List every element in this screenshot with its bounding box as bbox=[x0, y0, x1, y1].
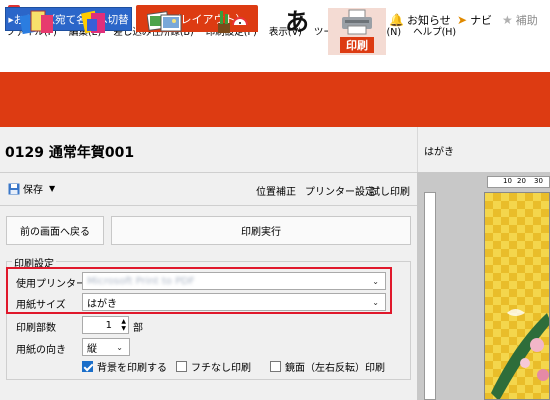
tool-layout-label: レイアウト bbox=[9, 39, 65, 52]
checkbox-icon bbox=[270, 361, 281, 372]
tool-text-label: 文字 bbox=[286, 39, 308, 52]
ruler-tick: 10 bbox=[503, 177, 512, 185]
stepper-arrows-icon[interactable]: ▲ ▼ bbox=[121, 318, 126, 332]
tool-background[interactable]: 背景 bbox=[66, 8, 124, 55]
tool-photo-label: 写真 bbox=[154, 39, 176, 52]
toolbar bbox=[0, 72, 550, 127]
text-icon: あ bbox=[285, 7, 309, 36]
chevron-down-icon: ⌄ bbox=[116, 343, 123, 352]
assist-button[interactable]: ★ 補助 bbox=[502, 12, 538, 28]
document-title: 0129 通常年賀001 bbox=[5, 145, 135, 161]
orientation-select[interactable]: 縦 ⌄ bbox=[82, 338, 130, 356]
back-button[interactable]: 前の画面へ戻る bbox=[6, 216, 104, 245]
horizontal-ruler: 10 20 30 bbox=[487, 176, 550, 188]
ruler-tick: 30 bbox=[534, 177, 543, 185]
tool-print-label: 印刷 bbox=[340, 37, 374, 53]
save-button[interactable]: 保存 ▼ bbox=[8, 181, 55, 196]
copies-value: 1 bbox=[105, 319, 112, 331]
illustration-icon bbox=[214, 9, 250, 35]
orientation-value: 縦 bbox=[87, 343, 97, 355]
printer-icon bbox=[339, 9, 375, 35]
borderless-checkbox[interactable]: フチなし印刷 bbox=[176, 359, 251, 374]
preview-label: はがき bbox=[424, 147, 454, 158]
navi-label: ナビ bbox=[470, 14, 493, 27]
print-execute-button[interactable]: 印刷実行 bbox=[111, 216, 411, 245]
save-icon bbox=[8, 183, 20, 194]
print-background-label: 背景を印刷する bbox=[97, 363, 167, 374]
save-dropdown-icon[interactable]: ▼ bbox=[49, 184, 55, 193]
notice-label: お知らせ bbox=[406, 14, 451, 27]
photo-icon bbox=[146, 9, 183, 35]
test-print-button[interactable]: 試し印刷 bbox=[370, 183, 410, 198]
background-icon bbox=[77, 9, 113, 35]
card-preview bbox=[484, 192, 550, 400]
tool-text[interactable]: あ 文字 bbox=[268, 8, 326, 55]
tool-photo[interactable]: 写真 bbox=[136, 8, 194, 55]
checkbox-checked-icon bbox=[82, 361, 93, 372]
copies-label: 印刷部数 bbox=[16, 323, 56, 334]
tool-illustration-label: イラスト bbox=[210, 39, 254, 52]
highlight-box bbox=[6, 267, 392, 314]
orientation-label: 用紙の向き bbox=[16, 345, 66, 356]
borderless-label: フチなし印刷 bbox=[191, 363, 251, 374]
copies-stepper[interactable]: 1 ▲ ▼ bbox=[82, 316, 129, 334]
position-adjust-button[interactable]: 位置補正 bbox=[256, 183, 296, 198]
notice-button[interactable]: 🔔 お知らせ bbox=[389, 12, 451, 28]
copies-unit: 部 bbox=[133, 323, 143, 334]
tool-illustration[interactable]: イラスト bbox=[203, 8, 261, 55]
divider bbox=[0, 172, 417, 173]
print-background-checkbox[interactable]: 背景を印刷する bbox=[82, 359, 167, 374]
bell-icon: 🔔 bbox=[389, 13, 404, 27]
vertical-ruler bbox=[424, 192, 436, 400]
tool-print[interactable]: 印刷 bbox=[328, 8, 386, 55]
navi-button[interactable]: ➤ ナビ bbox=[457, 12, 492, 28]
save-label: 保存 bbox=[23, 185, 43, 196]
assist-label: 補助 bbox=[515, 14, 538, 27]
pointer-icon: ➤ bbox=[457, 13, 468, 27]
mirror-checkbox[interactable]: 鏡面（左右反転）印刷 bbox=[270, 359, 385, 374]
printer-settings-button[interactable]: プリンター設定 bbox=[305, 183, 375, 198]
ruler-tick: 20 bbox=[517, 177, 526, 185]
mirror-label: 鏡面（左右反転）印刷 bbox=[285, 363, 385, 374]
checkbox-icon bbox=[176, 361, 187, 372]
divider bbox=[0, 205, 417, 206]
star-icon: ★ bbox=[502, 13, 513, 27]
layout-icon bbox=[19, 9, 55, 35]
tool-layout[interactable]: レイアウト bbox=[8, 8, 66, 55]
tool-background-label: 背景 bbox=[84, 39, 106, 52]
